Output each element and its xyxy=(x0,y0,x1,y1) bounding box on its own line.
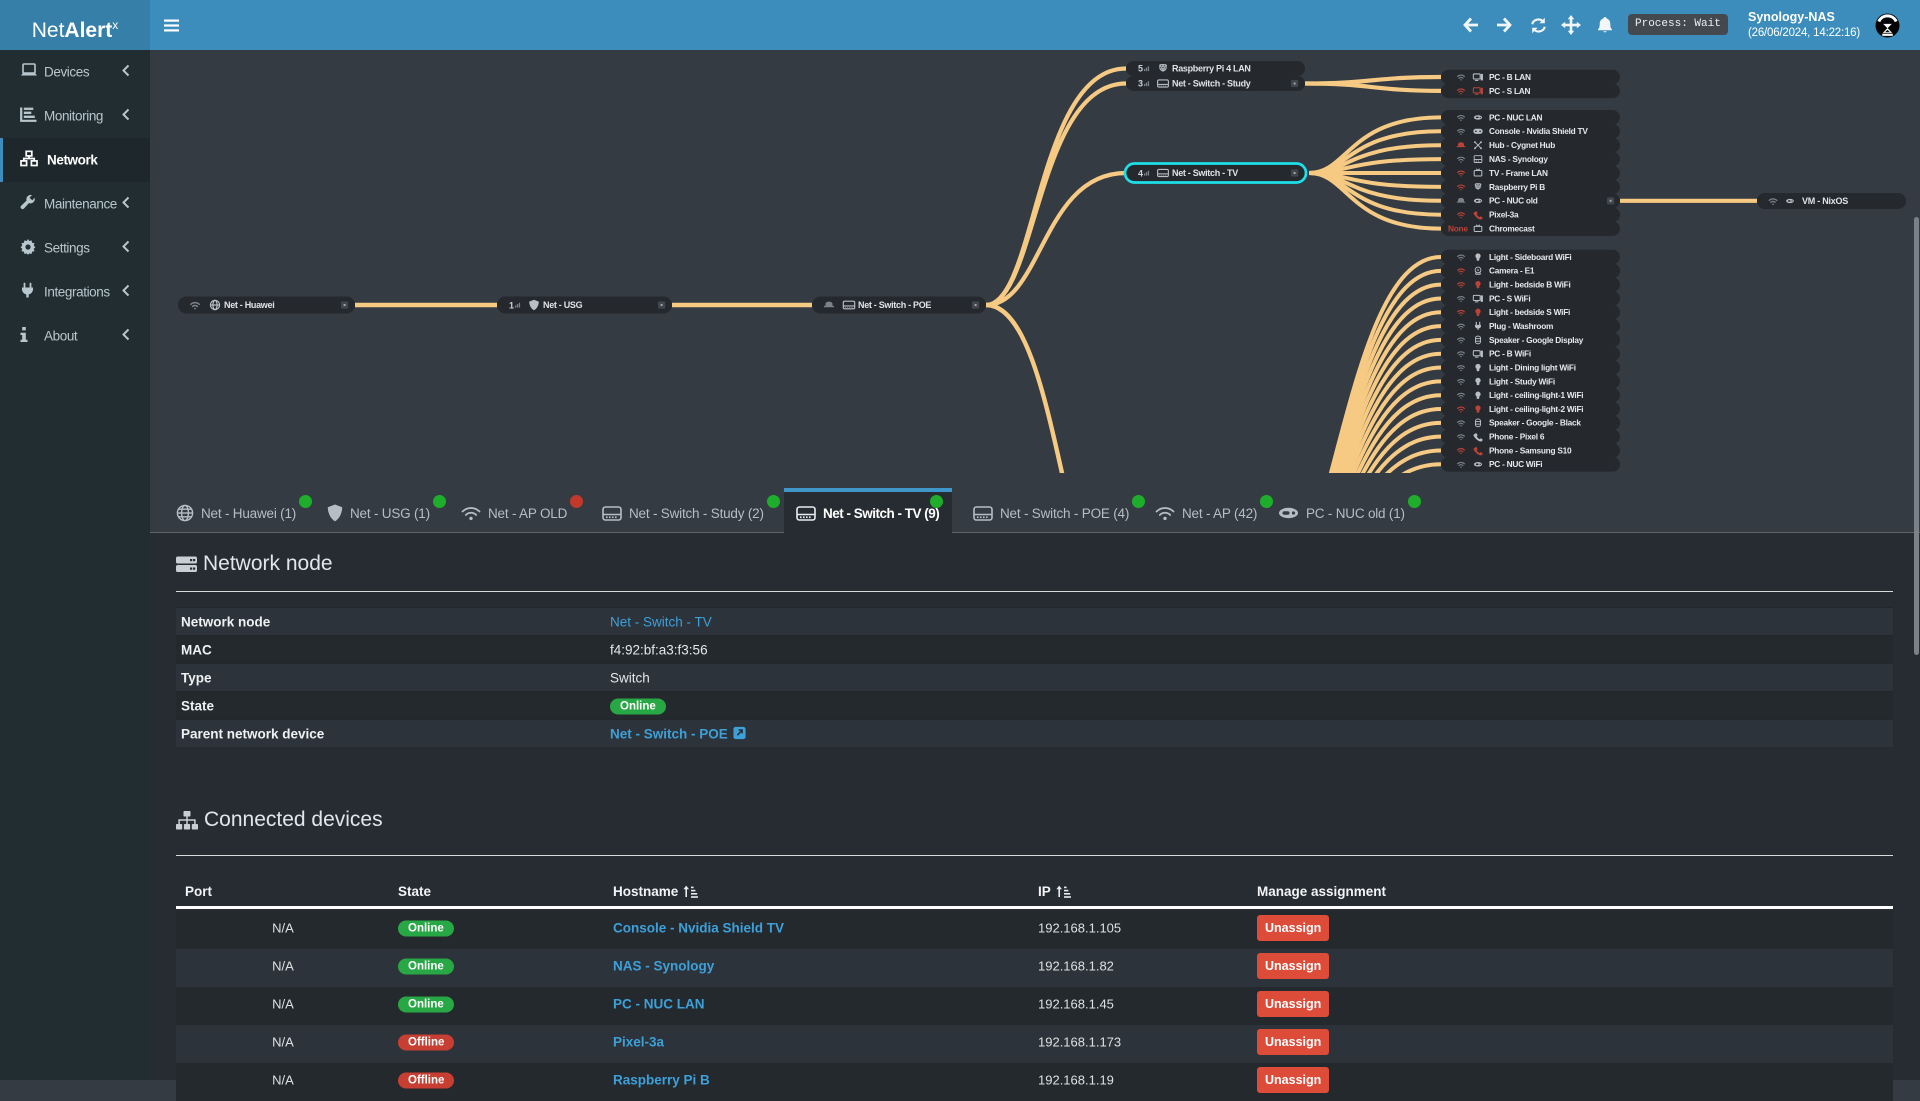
svg-text:Net - Switch - POE: Net - Switch - POE xyxy=(858,300,931,310)
svg-text:Phone - Pixel 6: Phone - Pixel 6 xyxy=(1489,432,1545,442)
svg-text:PC - S WiFi: PC - S WiFi xyxy=(1489,293,1530,303)
svg-text:4: 4 xyxy=(1138,168,1143,178)
svg-text:Net - Switch - Study: Net - Switch - Study xyxy=(1172,79,1251,89)
svg-text:Camera - E1: Camera - E1 xyxy=(1489,266,1535,276)
svg-text:Speaker - Google - Black: Speaker - Google - Black xyxy=(1489,418,1581,428)
svg-text:Net - Switch - TV: Net - Switch - TV xyxy=(1172,168,1238,178)
svg-text:Hub - Cygnet Hub: Hub - Cygnet Hub xyxy=(1489,140,1555,150)
svg-text:PC - NUC old: PC - NUC old xyxy=(1489,196,1538,206)
svg-text:TV - Frame LAN: TV - Frame LAN xyxy=(1489,168,1548,178)
svg-text:PC - S LAN: PC - S LAN xyxy=(1489,86,1531,96)
svg-text:PC - B LAN: PC - B LAN xyxy=(1489,72,1531,82)
svg-text:Plug - Washroom: Plug - Washroom xyxy=(1489,321,1553,331)
svg-text:Raspberry Pi B: Raspberry Pi B xyxy=(1489,182,1545,192)
svg-text:Light - bedside B WiFi: Light - bedside B WiFi xyxy=(1489,280,1571,290)
svg-text:PC - NUC LAN: PC - NUC LAN xyxy=(1489,112,1542,122)
svg-text:Phone - Samsung S10: Phone - Samsung S10 xyxy=(1489,445,1572,455)
svg-text:Console - Nvidia Shield TV: Console - Nvidia Shield TV xyxy=(1489,126,1588,136)
svg-text:1: 1 xyxy=(509,300,514,310)
svg-text:PC - NUC WiFi: PC - NUC WiFi xyxy=(1489,459,1542,469)
svg-text:Light - Dining light WiFi: Light - Dining light WiFi xyxy=(1489,362,1576,372)
svg-text:None: None xyxy=(1448,224,1468,234)
svg-text:Light - Sideboard WiFi: Light - Sideboard WiFi xyxy=(1489,252,1571,262)
svg-text:Net - USG: Net - USG xyxy=(543,300,583,310)
svg-text:3: 3 xyxy=(1138,79,1143,89)
svg-text:Raspberry Pi 4 LAN: Raspberry Pi 4 LAN xyxy=(1172,64,1251,74)
svg-text:Light - bedside S WiFi: Light - bedside S WiFi xyxy=(1489,307,1570,317)
svg-text:Speaker - Google Display: Speaker - Google Display xyxy=(1489,335,1584,345)
svg-text:Light - Study WiFi: Light - Study WiFi xyxy=(1489,376,1555,386)
svg-text:5: 5 xyxy=(1138,64,1143,74)
svg-text:VM - NixOS: VM - NixOS xyxy=(1802,196,1848,206)
svg-text:Light - ceiling-light-1 WiFi: Light - ceiling-light-1 WiFi xyxy=(1489,390,1583,400)
svg-text:PC - B WiFi: PC - B WiFi xyxy=(1489,349,1531,359)
svg-text:Net - Huawei: Net - Huawei xyxy=(224,300,274,310)
svg-text:NAS - Synology: NAS - Synology xyxy=(1489,154,1548,164)
svg-text:Chromecast: Chromecast xyxy=(1489,224,1535,234)
svg-text:Light - ceiling-light-2 WiFi: Light - ceiling-light-2 WiFi xyxy=(1489,404,1583,414)
svg-text:Pixel-3a: Pixel-3a xyxy=(1489,210,1519,220)
